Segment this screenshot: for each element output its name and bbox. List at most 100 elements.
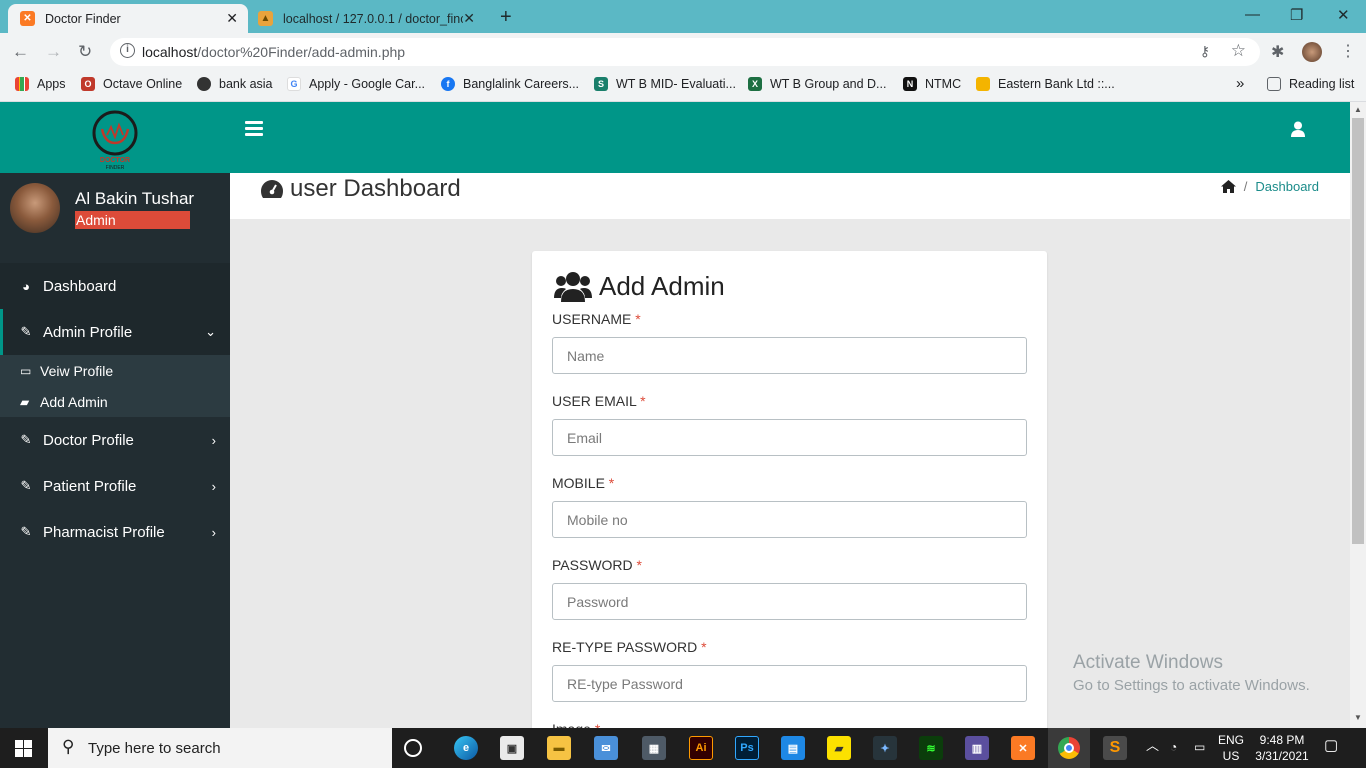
calendar-icon[interactable]: ▤ bbox=[781, 736, 805, 760]
page-scrollbar[interactable]: ▲ ▼ bbox=[1350, 102, 1366, 728]
photoshop-icon[interactable]: Ps bbox=[735, 736, 759, 760]
battery-icon[interactable]: ▭ bbox=[1194, 739, 1205, 755]
sidebar-item-pharmacist-profile[interactable]: ✎ Pharmacist Profile › bbox=[0, 509, 230, 555]
clock[interactable]: 9:48 PM 3/31/2021 bbox=[1252, 732, 1312, 764]
svg-text:DOCTOR: DOCTOR bbox=[100, 157, 130, 164]
wifi-icon[interactable]: ◔ bbox=[1170, 739, 1177, 755]
chrome-taskbar-active[interactable] bbox=[1048, 728, 1090, 768]
tab-title: Doctor Finder bbox=[45, 11, 121, 26]
page-title: user Dashboard bbox=[260, 175, 461, 203]
back-button[interactable]: ← bbox=[12, 42, 29, 62]
reading-list[interactable]: Reading list bbox=[1267, 77, 1354, 91]
restore-button[interactable]: ❐ bbox=[1290, 6, 1303, 24]
bookmark-google[interactable]: G Apply - Google Car... bbox=[287, 77, 425, 91]
url-host: localhost bbox=[142, 44, 198, 60]
ntmc-icon: N bbox=[903, 77, 917, 91]
user-name: Al Bakin Tushar bbox=[75, 189, 195, 208]
key-icon[interactable]: ⚷ bbox=[1200, 43, 1210, 60]
sway-icon: S bbox=[594, 77, 608, 91]
extensions-icon[interactable]: ✱ bbox=[1271, 42, 1284, 62]
sidebar-item-doctor-profile[interactable]: ✎ Doctor Profile › bbox=[0, 417, 230, 463]
profile-avatar[interactable] bbox=[1302, 42, 1322, 62]
more-menu-icon[interactable]: ⋮ bbox=[1340, 41, 1356, 61]
sublime-icon[interactable]: S bbox=[1103, 736, 1127, 760]
sidebar-item-admin-profile[interactable]: ✎ Admin Profile ⌄ bbox=[0, 309, 230, 355]
new-tab-button[interactable]: + bbox=[500, 6, 512, 29]
close-window-button[interactable]: ✕ bbox=[1337, 6, 1350, 24]
more-bookmarks[interactable]: » bbox=[1236, 75, 1244, 92]
page-title-bar: user Dashboard / Dashboard bbox=[230, 173, 1350, 219]
globe-icon bbox=[197, 77, 211, 91]
retype-password-input[interactable]: RE-type Password bbox=[552, 665, 1027, 702]
mail-icon[interactable]: ✉ bbox=[594, 736, 618, 760]
url-bar[interactable]: i localhost/doctor%20Finder/add-admin.ph… bbox=[110, 38, 1260, 66]
bookmark-wt-mid[interactable]: S WT B MID- Evaluati... bbox=[594, 77, 736, 91]
app-icon[interactable]: ▥ bbox=[965, 736, 989, 760]
edge-icon[interactable]: e bbox=[454, 736, 478, 760]
calculator-icon[interactable]: ▦ bbox=[642, 736, 666, 760]
form-heading: Add Admin bbox=[554, 270, 725, 302]
username-group: USERNAME * Name bbox=[552, 311, 1027, 374]
tab-title: localhost / 127.0.0.1 / doctor_finc bbox=[283, 11, 463, 26]
xampp-icon[interactable]: ✕ bbox=[1011, 736, 1035, 760]
bookmark-apps[interactable]: Apps bbox=[15, 77, 66, 91]
close-icon[interactable]: ✕ bbox=[463, 10, 475, 27]
logo: DOCTOR FINDER bbox=[0, 102, 230, 173]
email-input[interactable]: Email bbox=[552, 419, 1027, 456]
sidebar-item-patient-profile[interactable]: ✎ Patient Profile › bbox=[0, 463, 230, 509]
store-icon[interactable]: ▣ bbox=[500, 736, 524, 760]
bookmark-eastern-bank[interactable]: Eastern Bank Ltd ::... bbox=[976, 77, 1115, 91]
bookmark-ntmc[interactable]: N NTMC bbox=[903, 77, 961, 91]
sticky-notes-icon[interactable]: ▰ bbox=[827, 736, 851, 760]
reading-list-icon bbox=[1267, 77, 1281, 91]
bookmark-bank-asia[interactable]: bank asia bbox=[197, 77, 273, 91]
tab-doctor-finder[interactable]: ✕ Doctor Finder ✕ bbox=[8, 4, 248, 33]
file-explorer-icon[interactable]: ▬ bbox=[547, 736, 571, 760]
user-panel: Al Bakin Tushar Admin bbox=[0, 173, 230, 263]
sidebar-item-add-admin[interactable]: ▰ Add Admin bbox=[0, 386, 230, 417]
bookmark-octave[interactable]: O Octave Online bbox=[81, 77, 182, 91]
windows-start-icon[interactable] bbox=[15, 740, 32, 762]
mobile-input[interactable]: Mobile no bbox=[552, 501, 1027, 538]
close-icon[interactable]: ✕ bbox=[226, 10, 238, 27]
network-app-icon[interactable]: ✦ bbox=[873, 736, 897, 760]
excel-icon: X bbox=[748, 77, 762, 91]
sidebar-item-dashboard[interactable]: ◕ Dashboard bbox=[0, 263, 230, 309]
password-input[interactable]: Password bbox=[552, 583, 1027, 620]
illustrator-icon[interactable]: Ai bbox=[689, 736, 713, 760]
bookmark-banglalink[interactable]: f Banglalink Careers... bbox=[441, 77, 579, 91]
forward-button[interactable]: → bbox=[45, 42, 62, 62]
edit-icon: ✎ bbox=[20, 524, 32, 539]
terminal-icon[interactable]: ≋ bbox=[919, 736, 943, 760]
username-input[interactable]: Name bbox=[552, 337, 1027, 374]
tray-chevron-icon[interactable]: ︿ bbox=[1146, 738, 1159, 754]
hamburger-menu-icon[interactable] bbox=[245, 121, 263, 139]
username-label: USERNAME * bbox=[552, 311, 641, 327]
breadcrumb-dashboard-link[interactable]: Dashboard bbox=[1255, 179, 1319, 194]
user-icon[interactable] bbox=[1291, 121, 1305, 142]
star-icon[interactable]: ☆ bbox=[1231, 41, 1246, 61]
sidebar-menu: ◕ Dashboard ✎ Admin Profile ⌄ ▭ Veiw Pro… bbox=[0, 263, 230, 555]
home-icon[interactable] bbox=[1220, 180, 1236, 193]
url-path: /doctor%20Finder/add-admin.php bbox=[197, 44, 406, 60]
retype-password-label: RE-TYPE PASSWORD * bbox=[552, 639, 707, 655]
tab-phpmyadmin[interactable]: ▲ localhost / 127.0.0.1 / doctor_finc ✕ bbox=[250, 4, 485, 33]
sidebar-item-view-profile[interactable]: ▭ Veiw Profile bbox=[0, 355, 230, 386]
info-icon[interactable]: i bbox=[120, 43, 135, 58]
edit-icon: ✎ bbox=[20, 324, 32, 339]
notifications-icon[interactable]: ▢ bbox=[1324, 738, 1338, 754]
email-group: USER EMAIL * Email bbox=[552, 393, 1027, 456]
xampp-icon: ✕ bbox=[20, 11, 35, 26]
reload-button[interactable]: ↻ bbox=[78, 42, 92, 62]
scrollbar-thumb[interactable] bbox=[1352, 118, 1364, 544]
browser-tab-bar: ✕ Doctor Finder ✕ ▲ localhost / 127.0.0.… bbox=[0, 0, 1366, 33]
minimize-button[interactable]: — bbox=[1245, 6, 1260, 23]
cortana-icon[interactable] bbox=[404, 739, 422, 757]
language-indicator[interactable]: ENG US bbox=[1218, 732, 1244, 764]
taskbar-search[interactable]: ⚲ Type here to search bbox=[48, 728, 392, 768]
apps-grid-icon bbox=[15, 77, 29, 91]
ebl-icon bbox=[976, 77, 990, 91]
chevron-right-icon: › bbox=[211, 478, 216, 494]
octave-icon: O bbox=[81, 77, 95, 91]
bookmark-wt-group[interactable]: X WT B Group and D... bbox=[748, 77, 886, 91]
